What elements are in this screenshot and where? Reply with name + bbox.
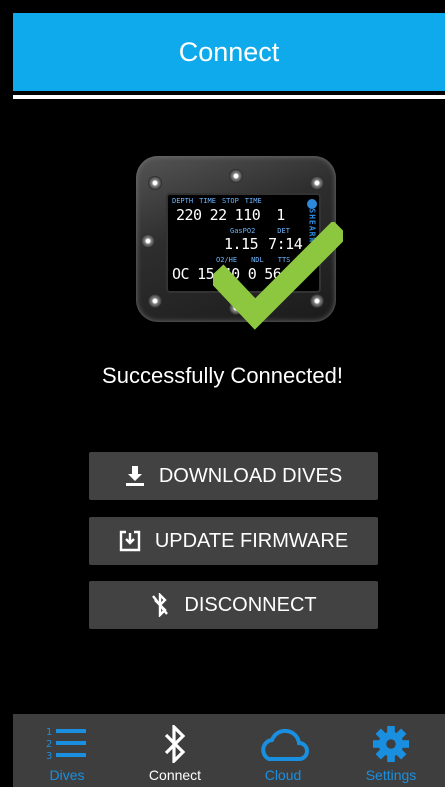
screw-icon (148, 294, 162, 308)
app-header: Connect (13, 13, 445, 91)
nav-dives[interactable]: 1 2 3 Dives (13, 714, 121, 787)
download-dives-button[interactable]: DOWNLOAD DIVES (89, 452, 378, 500)
bluetooth-icon (164, 725, 186, 763)
bluetooth-disabled-icon (150, 593, 170, 617)
depth-value: 220 (176, 206, 202, 224)
screw-icon (148, 176, 162, 190)
nav-connect[interactable]: Connect (121, 714, 229, 787)
screw-icon (229, 169, 243, 183)
page-title: Connect (178, 36, 280, 67)
numbered-list-icon: 1 2 3 (46, 727, 86, 762)
screen-label-row: DEPTH TIME STOP TIME (172, 197, 262, 205)
svg-text:2: 2 (46, 739, 52, 750)
mode-value: OC (172, 265, 190, 283)
bottom-navigation: 1 2 3 Dives Connect Cloud Settings (13, 714, 445, 787)
system-update-icon (119, 530, 141, 552)
nav-settings[interactable]: Settings (337, 714, 445, 787)
disconnect-label: DISCONNECT (184, 593, 317, 616)
header-divider (13, 95, 445, 99)
update-firmware-button[interactable]: UPDATE FIRMWARE (89, 517, 378, 565)
download-icon (125, 465, 145, 487)
screw-icon (310, 176, 324, 190)
nav-settings-label: Settings (365, 767, 417, 783)
nav-cloud[interactable]: Cloud (229, 714, 337, 787)
nav-cloud-label: Cloud (264, 767, 302, 783)
gear-icon (372, 725, 410, 763)
time2-label: TIME (244, 197, 262, 205)
checkmark-icon (213, 222, 343, 330)
svg-text:3: 3 (46, 751, 52, 762)
depth-label: DEPTH (172, 197, 194, 205)
update-firmware-label: UPDATE FIRMWARE (154, 529, 349, 552)
cloud-icon (261, 728, 309, 761)
connection-status: Successfully Connected! (102, 363, 343, 388)
disconnect-button[interactable]: DISCONNECT (89, 581, 378, 629)
time-label: TIME (199, 197, 216, 205)
nav-dives-label: Dives (49, 767, 85, 783)
stop-label: STOP (221, 197, 239, 205)
download-dives-label: DOWNLOAD DIVES (158, 464, 343, 487)
nav-connect-label: Connect (148, 767, 202, 783)
screw-icon (141, 234, 155, 248)
svg-text:1: 1 (46, 727, 52, 738)
